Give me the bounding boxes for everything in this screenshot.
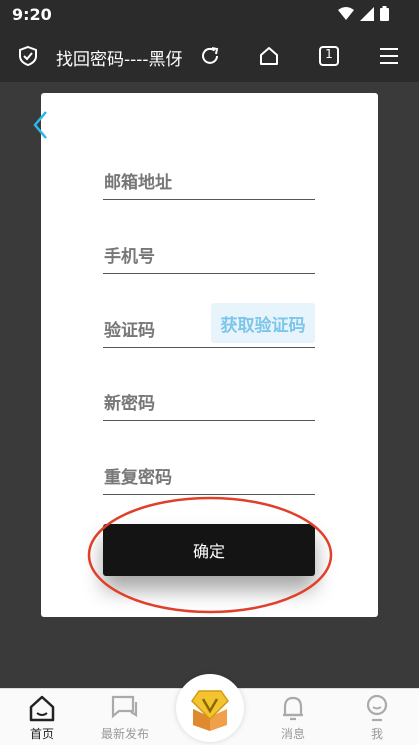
bell-icon bbox=[283, 696, 303, 721]
battery-icon bbox=[380, 6, 389, 21]
treasure-box-icon bbox=[191, 690, 229, 731]
new-password-label: 新密码 bbox=[104, 394, 155, 414]
phone-field[interactable]: 手机号 bbox=[103, 234, 315, 274]
confirm-button[interactable]: 确定 bbox=[103, 524, 315, 576]
tab-messages-label: 消息 bbox=[280, 727, 305, 741]
refresh-icon[interactable] bbox=[197, 43, 223, 69]
shield-check-icon[interactable] bbox=[15, 43, 41, 69]
repeat-password-field[interactable]: 重复密码 bbox=[103, 455, 315, 495]
status-time: 9:20 bbox=[12, 5, 52, 24]
user-icon bbox=[366, 694, 388, 722]
email-field[interactable]: 邮箱地址 bbox=[103, 160, 315, 200]
tabs-count-button[interactable]: 1 bbox=[316, 43, 342, 69]
chat-icon bbox=[111, 695, 138, 719]
status-icons bbox=[338, 6, 389, 21]
wifi-icon bbox=[338, 6, 354, 20]
tabs-count: 1 bbox=[325, 47, 333, 61]
get-code-button[interactable]: 获取验证码 bbox=[211, 303, 315, 343]
menu-icon[interactable] bbox=[376, 43, 402, 69]
back-chevron-icon[interactable] bbox=[30, 110, 50, 140]
status-bar: 9:20 bbox=[0, 0, 419, 30]
browser-toolbar: 找回密码----黑伢 1 bbox=[0, 30, 419, 82]
tab-latest[interactable]: 最新发布 bbox=[95, 693, 155, 745]
center-publish-button[interactable] bbox=[176, 674, 244, 742]
tab-home[interactable]: 首页 bbox=[12, 693, 72, 745]
tab-me-label: 我 bbox=[370, 727, 383, 741]
home-icon bbox=[29, 695, 55, 722]
tab-messages[interactable]: 消息 bbox=[263, 693, 323, 745]
signal-icon bbox=[360, 6, 374, 21]
home-icon[interactable] bbox=[256, 43, 282, 69]
verification-code-label: 验证码 bbox=[104, 321, 155, 341]
tab-home-label: 首页 bbox=[29, 727, 54, 741]
page-title[interactable]: 找回密码----黑伢 bbox=[56, 45, 184, 70]
tab-latest-label: 最新发布 bbox=[100, 727, 149, 741]
new-password-field[interactable]: 新密码 bbox=[103, 381, 315, 421]
email-label: 邮箱地址 bbox=[104, 173, 172, 193]
phone-label: 手机号 bbox=[104, 247, 155, 267]
repeat-password-label: 重复密码 bbox=[104, 468, 172, 488]
tab-me[interactable]: 我 bbox=[347, 693, 407, 745]
